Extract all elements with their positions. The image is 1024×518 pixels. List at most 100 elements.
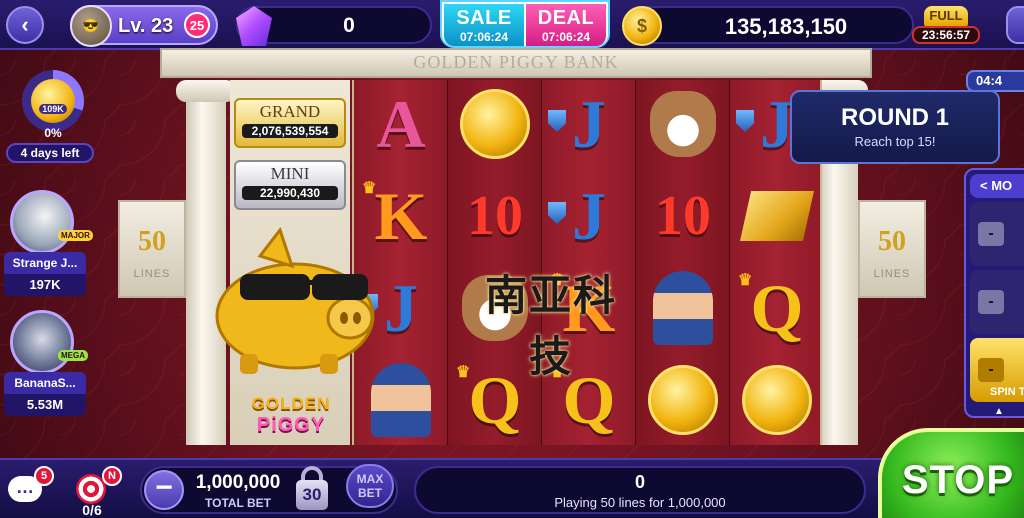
dog-symbol-icon	[636, 80, 730, 168]
deal-button[interactable]: DEAL 07:06:24	[526, 4, 606, 46]
symbol-10: 10	[636, 172, 730, 260]
coin-goal-amount: 109K	[39, 104, 67, 114]
symbol-q: Q ♛	[448, 356, 542, 444]
round-title: ROUND 1	[840, 104, 949, 131]
coin-goal-progress[interactable]: 109K	[22, 70, 84, 132]
sunglasses-cat-icon: 😎	[82, 18, 100, 33]
bottom-bar: … 5 N 0/6 − 1,000,000 TOTAL BET 30 MAX B…	[0, 458, 1024, 518]
reel-4: 10	[636, 80, 730, 445]
gem-balance[interactable]: 0	[236, 6, 432, 46]
piggy-bank-button[interactable]: FULL 23:56:57	[912, 4, 980, 48]
win-display: 0 Playing 50 lines for 1,000,000	[414, 466, 866, 514]
jackpot-value: 22,990,430	[242, 186, 338, 200]
logo-line-2: PiGGY	[256, 414, 326, 436]
crown-icon: ♛	[456, 364, 471, 381]
deal-timer: 07:06:24	[541, 30, 591, 44]
bar-icon	[740, 191, 814, 241]
player-level[interactable]: 😎 Lv. 23 25	[70, 5, 218, 47]
coin-symbol-icon	[730, 356, 820, 444]
cop-symbol-icon	[636, 264, 730, 352]
symbol-letter: 10	[467, 185, 523, 247]
lines-sign-right: 50 LINES	[858, 200, 926, 298]
machine-header: GOLDEN PIGGY BANK	[160, 48, 872, 78]
coin-symbol-icon	[448, 80, 542, 168]
days-left-label: 4 days left	[6, 143, 94, 163]
sale-label: SALE	[456, 7, 512, 29]
cop-icon	[371, 363, 431, 437]
round-subtitle: Reach top 15!	[854, 134, 936, 149]
collapse-arrow-icon[interactable]: ▲	[994, 406, 1004, 417]
jackpot-value: 2,076,539,554	[242, 124, 338, 138]
player-card[interactable]: MAJOR Strange J... 197K	[4, 190, 93, 304]
logo-line-1: GOLDEN	[251, 394, 331, 413]
player-tier-badge: MAJOR	[58, 230, 93, 241]
symbol-letter: 10	[655, 185, 711, 247]
menu-button[interactable]	[1006, 6, 1024, 44]
tournament-timer[interactable]: 04:4	[966, 70, 1024, 92]
dollar-coin-icon: $	[622, 6, 662, 46]
player-card[interactable]: MEGA BananaS... 5.53M	[4, 310, 88, 424]
coin-count: 135,183,150	[724, 14, 848, 39]
chat-button[interactable]: … 5	[8, 466, 54, 506]
total-bet-label: TOTAL BET	[205, 496, 271, 510]
coin-goal-icon: 109K	[31, 79, 75, 123]
tournament-round-panel[interactable]: ROUND 1 Reach top 15!	[790, 90, 1000, 164]
level-label: Lv. 23	[118, 15, 174, 37]
symbol-letter: J	[572, 85, 606, 162]
lines-count: 50	[878, 226, 906, 257]
deal-label: DEAL	[537, 7, 595, 29]
dog-icon	[650, 91, 716, 157]
lock-icon[interactable]: 30	[292, 466, 332, 514]
top-bar: ‹ 😎 Lv. 23 25 0 SALE 07:06:24 DEAL 07:06…	[0, 0, 1024, 50]
symbol-letter: J	[384, 269, 418, 346]
sale-timer: 07:06:24	[459, 30, 509, 44]
back-button[interactable]: ‹	[6, 6, 44, 44]
player-avatar-horse	[10, 190, 74, 254]
stop-label: STOP	[901, 458, 1015, 502]
symbol-letter: J	[760, 85, 794, 162]
bar-symbol-icon	[730, 172, 820, 260]
coin-icon	[648, 365, 718, 435]
gem-icon	[236, 6, 272, 46]
max-bet-button[interactable]: MAX BET	[346, 464, 394, 508]
leaderboard-row[interactable]: -	[970, 270, 1024, 334]
sale-button[interactable]: SALE 07:06:24	[444, 4, 524, 46]
rank-placeholder: -	[978, 222, 1004, 246]
symbol-letter: A	[376, 85, 426, 162]
player-score: 197K	[4, 274, 86, 296]
leaderboard-row-self[interactable]: - SPIN T	[970, 338, 1024, 402]
watermark-text: 南亚科技	[484, 271, 617, 381]
leaderboard-row[interactable]: -	[970, 202, 1024, 266]
progress-percent: 0%	[44, 126, 62, 140]
piggy-bank-full-label: FULL	[924, 6, 968, 26]
lock-level: 30	[296, 480, 328, 510]
player-tier-badge: MEGA	[58, 350, 88, 361]
player-avatar[interactable]: 😎	[70, 5, 112, 47]
grand-jackpot: GRAND 2,076,539,554	[234, 98, 346, 148]
symbol-q: Q ♛	[730, 264, 820, 352]
more-button[interactable]: < MO	[970, 174, 1024, 198]
spin-label: SPIN T	[990, 386, 1024, 398]
lines-sign-left: 50 LINES	[118, 200, 186, 298]
sale-deal-banner: SALE 07:06:24 DEAL 07:06:24	[440, 0, 610, 48]
mini-jackpot: MINI 22,990,430	[234, 160, 346, 210]
level-reward-badge: 25	[184, 12, 210, 38]
decrease-bet-button[interactable]: −	[144, 470, 184, 510]
total-bet-value: 1,000,000	[195, 472, 281, 493]
mission-button[interactable]: N 0/6	[72, 466, 122, 518]
rank-placeholder: -	[978, 290, 1004, 314]
crown-icon: ♛	[738, 272, 753, 289]
cop-icon	[653, 271, 713, 345]
coin-balance[interactable]: $ 135,183,150	[622, 6, 914, 46]
symbol-j: J	[542, 80, 636, 168]
mission-progress: 0/6	[82, 502, 102, 518]
piggy-bank-timer: 23:56:57	[912, 26, 980, 44]
player-name: BananaS...	[4, 372, 86, 394]
rank-placeholder: -	[978, 358, 1004, 382]
jackpot-name: MINI	[270, 164, 310, 183]
stop-button[interactable]: STOP	[878, 428, 1024, 518]
symbol-letter: J	[572, 177, 606, 254]
coin-icon	[742, 365, 812, 435]
coin-icon	[460, 89, 530, 159]
shield-icon	[548, 110, 566, 132]
